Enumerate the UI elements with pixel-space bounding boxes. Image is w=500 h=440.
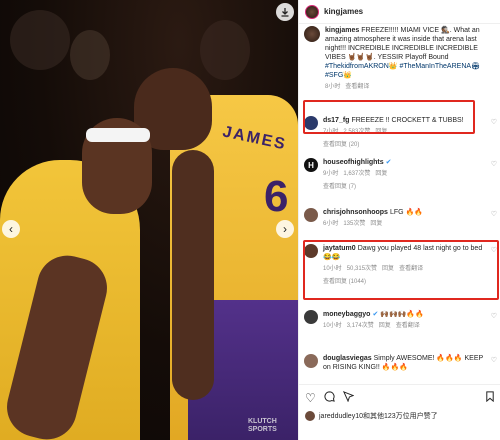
comment-text: LFG 🔥🔥 xyxy=(389,209,423,216)
action-bar: ♡ jareddudley10和其他123万位用户赞了 xyxy=(299,384,500,440)
avatar[interactable] xyxy=(304,26,320,42)
comment-username[interactable]: houseofhighlights xyxy=(323,159,384,166)
post-photo[interactable]: JAMES 6 KLUTCH SPORTS ‹ › xyxy=(0,0,298,440)
download-icon[interactable] xyxy=(276,3,294,21)
list-item: H houseofhighlights ✔ 9小时 1,637次赞 回复 查看回复 (… xyxy=(299,154,500,204)
avatar[interactable] xyxy=(304,208,318,222)
headband xyxy=(86,128,150,142)
translate-link[interactable]: 查看翻译 xyxy=(345,84,369,90)
crowd-blur xyxy=(70,30,110,80)
verified-icon: ✔ xyxy=(385,159,392,166)
comment-username[interactable]: douglasviegas xyxy=(323,355,372,362)
comment-text: 🙌🏾🙌🏾🙌🏾🔥🔥 xyxy=(380,311,424,318)
watermark-logo: KLUTCH SPORTS xyxy=(248,418,277,433)
highlight-box xyxy=(303,240,499,300)
list-item: moneybaggyo ✔ 🙌🏾🙌🏾🙌🏾🔥🔥 10小时 3,174次赞 回复 查看翻译 … xyxy=(299,302,500,350)
comments-list: kingjames FREEZE!!!!! MIAMI VICE 🕵🏾. What… xyxy=(299,26,500,380)
crowd-blur xyxy=(200,20,250,80)
heart-icon[interactable]: ♡ xyxy=(491,160,497,204)
share-icon[interactable] xyxy=(342,390,355,405)
chevron-right-icon[interactable]: › xyxy=(276,220,294,238)
liked-by: jareddudley10和其他123万位用户赞了 xyxy=(299,411,500,421)
reply-button[interactable]: 回复 xyxy=(379,323,391,329)
header-username[interactable]: kingjames xyxy=(324,7,363,16)
translate-link[interactable]: 查看翻译 xyxy=(396,323,420,329)
heart-icon[interactable]: ♡ xyxy=(491,356,497,380)
caption-time: 8小时 xyxy=(325,84,341,90)
chevron-left-icon[interactable]: ‹ xyxy=(2,220,20,238)
heart-icon[interactable]: ♡ xyxy=(491,312,497,350)
reply-button[interactable]: 回复 xyxy=(370,221,382,227)
player-right-arm xyxy=(172,150,214,400)
avatar[interactable] xyxy=(304,310,318,324)
list-item: douglasviegas Simply AWESOME! 🔥🔥🔥 KEEP on… xyxy=(299,350,500,380)
comment-time: 6小时 xyxy=(323,221,339,227)
avatar[interactable] xyxy=(305,4,319,19)
reply-button[interactable]: 回复 xyxy=(375,171,387,177)
like-icon[interactable]: ♡ xyxy=(305,391,316,405)
heart-icon[interactable]: ♡ xyxy=(491,210,497,238)
comment-time: 10小时 xyxy=(323,323,342,329)
bookmark-icon[interactable] xyxy=(485,391,495,405)
caption-username[interactable]: kingjames xyxy=(325,27,359,34)
comment-icon[interactable] xyxy=(324,391,335,405)
highlight-box xyxy=(303,100,475,134)
comment-username[interactable]: moneybaggyo xyxy=(323,311,370,318)
comment-likes[interactable]: 135次赞 xyxy=(343,221,365,227)
crowd-blur xyxy=(10,10,70,70)
post-header: kingjames xyxy=(299,0,500,24)
caption-hashtags[interactable]: #ThekidfromAKRON👑 #TheManInTheARENA🏟 #SF… xyxy=(325,63,480,79)
avatar[interactable] xyxy=(304,354,318,368)
avatar[interactable] xyxy=(305,411,315,421)
post-panel: kingjames kingjames FREEZE!!!!! MIAMI VIC… xyxy=(298,0,500,440)
comment-time: 9小时 xyxy=(323,171,339,177)
view-replies-button[interactable]: 查看回复 (7) xyxy=(323,183,491,192)
heart-icon[interactable]: ♡ xyxy=(491,118,497,154)
verified-icon: ✔ xyxy=(372,311,379,318)
comment-likes[interactable]: 3,174次赞 xyxy=(347,323,374,329)
comment-likes[interactable]: 1,637次赞 xyxy=(343,171,370,177)
comment-username[interactable]: chrisjohnsonhoops xyxy=(323,209,388,216)
liked-by-text[interactable]: jareddudley10和其他123万位用户赞了 xyxy=(319,411,438,421)
view-replies-button[interactable]: 查看回复 (20) xyxy=(323,141,491,150)
avatar[interactable]: H xyxy=(304,158,318,172)
list-item: chrisjohnsonhoops LFG 🔥🔥 6小时 135次赞 回复 ♡ xyxy=(299,204,500,238)
jersey-number: 6 xyxy=(264,172,289,221)
